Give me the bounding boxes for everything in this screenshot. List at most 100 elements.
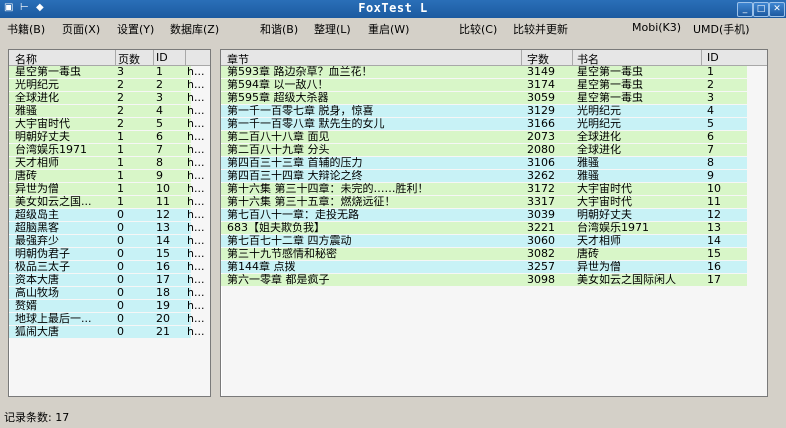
chapter-cell-chapter: 第四百三十三章 首辅的压力 <box>227 157 363 169</box>
book-cell-id: 19 <box>156 300 170 312</box>
table-row[interactable]: 第595章 超级大杀器 3059 星空第一毒虫 3 <box>221 92 747 104</box>
menu-books[interactable]: 书籍(B) <box>7 21 45 37</box>
chapter-cell-chapter: 第一千一百零七章 脱身，惊喜 <box>227 105 374 117</box>
book-cell-extra: h... <box>187 287 205 299</box>
book-cell-name: 天才相师 <box>15 157 59 169</box>
menu-compare[interactable]: 比较(C) <box>459 21 497 37</box>
table-row[interactable]: 683【姐夫欺负我】 3221 台湾娱乐1971 13 <box>221 222 747 234</box>
book-cell-id: 21 <box>156 326 170 338</box>
table-row[interactable]: 第七百八十一章：走投无路 3039 明朝好丈夫 12 <box>221 209 747 221</box>
chapter-cell-chapter: 第十六集 第三十四章：未完的……胜利！ <box>227 183 429 195</box>
chapter-cell-words: 3129 <box>527 105 555 117</box>
table-row[interactable]: 超脑黑客 0 13 h... <box>9 222 204 234</box>
book-cell-extra: h... <box>187 209 205 221</box>
book-list-header: 名称 页数 ID <box>9 50 210 66</box>
chapter-cell-book: 雅骚 <box>577 157 599 169</box>
book-cell-extra: h... <box>187 326 205 338</box>
book-cell-id: 3 <box>156 92 163 104</box>
chapter-cell-book: 星空第一毒虫 <box>577 79 643 91</box>
menu-mobi[interactable]: Mobi(K3) <box>632 21 681 34</box>
book-cell-extra: h... <box>187 222 205 234</box>
table-row[interactable]: 第594章 以一敌八！ 3174 星空第一毒虫 2 <box>221 79 747 91</box>
column-header-name[interactable]: 名称 <box>15 51 37 67</box>
column-header-chapter[interactable]: 章节 <box>227 51 249 67</box>
table-row[interactable]: 第二百八十八章 面见 2073 全球进化 6 <box>221 131 747 143</box>
book-cell-extra: h... <box>187 300 205 312</box>
table-row[interactable]: 第十六集 第三十五章：燃烧远征！ 3317 大宇宙时代 11 <box>221 196 747 208</box>
table-row[interactable]: 第二百八十九章 分头 2080 全球进化 7 <box>221 144 747 156</box>
chapter-cell-id: 12 <box>707 209 721 221</box>
book-cell-name: 大宇宙时代 <box>15 118 70 130</box>
chapter-list-table[interactable]: 章节 字数 书名 ID 第593章 路边杂草？血兰花！ 3149 星空第一毒虫 1 第5… <box>220 49 768 397</box>
menu-organize[interactable]: 整理(L) <box>314 21 351 37</box>
chapter-cell-id: 9 <box>707 170 714 182</box>
chapter-list-header: 章节 字数 书名 ID <box>221 50 767 66</box>
table-row[interactable]: 高山牧场 0 18 h... <box>9 287 204 299</box>
book-cell-id: 7 <box>156 144 163 156</box>
book-cell-extra: h... <box>187 170 205 182</box>
menu-page[interactable]: 页面(X) <box>62 21 100 37</box>
table-row[interactable]: 雅骚 2 4 h... <box>9 105 204 117</box>
column-header-words[interactable]: 字数 <box>527 51 549 67</box>
chapter-cell-book: 唐砖 <box>577 248 599 260</box>
menu-compare-update[interactable]: 比较并更新 <box>513 21 568 37</box>
table-row[interactable]: 异世为僧 1 10 h... <box>9 183 204 195</box>
table-row[interactable]: 第四百三十三章 首辅的压力 3106 雅骚 8 <box>221 157 747 169</box>
close-icon[interactable]: ✕ <box>769 2 785 17</box>
table-row[interactable]: 狐闹大唐 0 21 h... <box>9 326 204 338</box>
book-cell-pages: 0 <box>117 313 124 325</box>
minimize-icon[interactable]: _ <box>737 2 753 17</box>
book-cell-pages: 0 <box>117 300 124 312</box>
table-row[interactable]: 明朝好丈夫 1 6 h... <box>9 131 204 143</box>
book-cell-name: 台湾娱乐1971 <box>15 144 87 156</box>
table-row[interactable]: 第一千一百零八章 默先生的女儿 3166 光明纪元 5 <box>221 118 747 130</box>
chapter-cell-chapter: 第六一零章 都是疯子 <box>227 274 330 286</box>
table-row[interactable]: 第十六集 第三十四章：未完的……胜利！ 3172 大宇宙时代 10 <box>221 183 747 195</box>
table-row[interactable]: 星空第一毒虫 3 1 h... <box>9 66 204 78</box>
chapter-cell-book: 光明纪元 <box>577 105 621 117</box>
book-list-table[interactable]: 名称 页数 ID 星空第一毒虫 3 1 h... 光明纪元 2 2 h... 全球进化 2 3 h..… <box>8 49 211 397</box>
table-row[interactable]: 超级岛主 0 12 h... <box>9 209 204 221</box>
table-row[interactable]: 赘婿 0 19 h... <box>9 300 204 312</box>
table-row[interactable]: 明朝伪君子 0 15 h... <box>9 248 204 260</box>
table-row[interactable]: 第七百七十二章 四方震动 3060 天才相师 14 <box>221 235 747 247</box>
book-cell-pages: 1 <box>117 131 124 143</box>
menu-settings[interactable]: 设置(Y) <box>117 21 154 37</box>
book-cell-id: 15 <box>156 248 170 260</box>
table-row[interactable]: 第593章 路边杂草？血兰花！ 3149 星空第一毒虫 1 <box>221 66 747 78</box>
table-row[interactable]: 台湾娱乐1971 1 7 h... <box>9 144 204 156</box>
table-row[interactable]: 光明纪元 2 2 h... <box>9 79 204 91</box>
chapter-cell-chapter: 第七百七十二章 四方震动 <box>227 235 352 247</box>
table-row[interactable]: 全球进化 2 3 h... <box>9 92 204 104</box>
chapter-cell-words: 3262 <box>527 170 555 182</box>
table-row[interactable]: 大宇宙时代 2 5 h... <box>9 118 204 130</box>
book-cell-id: 20 <box>156 313 170 325</box>
column-header-chapter-id[interactable]: ID <box>707 51 719 64</box>
table-row[interactable]: 天才相师 1 8 h... <box>9 157 204 169</box>
table-row[interactable]: 第144章 点拨 3257 异世为僧 16 <box>221 261 747 273</box>
chapter-cell-id: 15 <box>707 248 721 260</box>
column-header-pages[interactable]: 页数 <box>118 51 140 67</box>
table-row[interactable]: 极品三太子 0 16 h... <box>9 261 204 273</box>
chapter-cell-chapter: 第七百八十一章：走投无路 <box>227 209 359 221</box>
table-row[interactable]: 地球上最后一... 0 20 h... <box>9 313 204 325</box>
maximize-icon[interactable]: □ <box>753 2 769 17</box>
table-row[interactable]: 第四百三十四章 大辩论之终 3262 雅骚 9 <box>221 170 747 182</box>
menu-database[interactable]: 数据库(Z) <box>170 21 219 37</box>
table-row[interactable]: 资本大唐 0 17 h... <box>9 274 204 286</box>
menu-umd[interactable]: UMD(手机) <box>693 21 750 37</box>
table-row[interactable]: 第六一零章 都是疯子 3098 美女如云之国际闲人 17 <box>221 274 747 286</box>
table-row[interactable]: 最强弃少 0 14 h... <box>9 235 204 247</box>
table-row[interactable]: 美女如云之国... 1 11 h... <box>9 196 204 208</box>
book-cell-id: 5 <box>156 118 163 130</box>
column-header-id[interactable]: ID <box>156 51 168 64</box>
book-cell-pages: 1 <box>117 196 124 208</box>
column-header-book[interactable]: 书名 <box>577 51 599 67</box>
table-row[interactable]: 第一千一百零七章 脱身，惊喜 3129 光明纪元 4 <box>221 105 747 117</box>
table-row[interactable]: 第三十九节感情和秘密 3082 唐砖 15 <box>221 248 747 260</box>
book-cell-id: 14 <box>156 235 170 247</box>
menu-harmonize[interactable]: 和谐(B) <box>260 21 298 37</box>
chapter-cell-book: 星空第一毒虫 <box>577 66 643 78</box>
table-row[interactable]: 唐砖 1 9 h... <box>9 170 204 182</box>
menu-restart[interactable]: 重启(W) <box>368 21 409 37</box>
